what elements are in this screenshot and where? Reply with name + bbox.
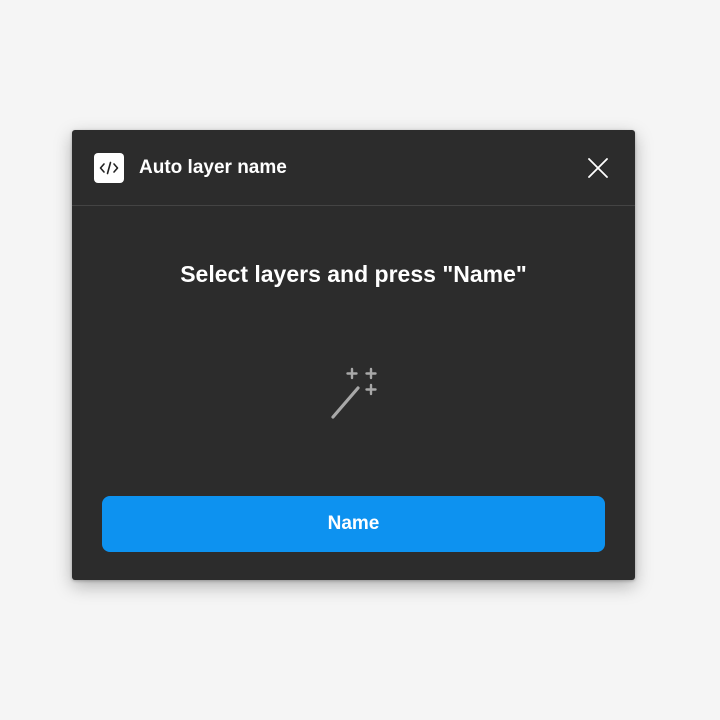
- name-button[interactable]: Name: [102, 496, 605, 552]
- close-icon: [588, 158, 608, 178]
- dialog-title: Auto layer name: [139, 157, 287, 178]
- instruction-text: Select layers and press "Name": [180, 261, 527, 287]
- magic-wand-icon: [328, 364, 388, 420]
- code-brackets-icon: [94, 153, 124, 183]
- plugin-dialog: Auto layer name Select layers and press …: [72, 130, 635, 580]
- close-button[interactable]: [583, 153, 613, 183]
- dialog-titlebar: Auto layer name: [72, 130, 635, 206]
